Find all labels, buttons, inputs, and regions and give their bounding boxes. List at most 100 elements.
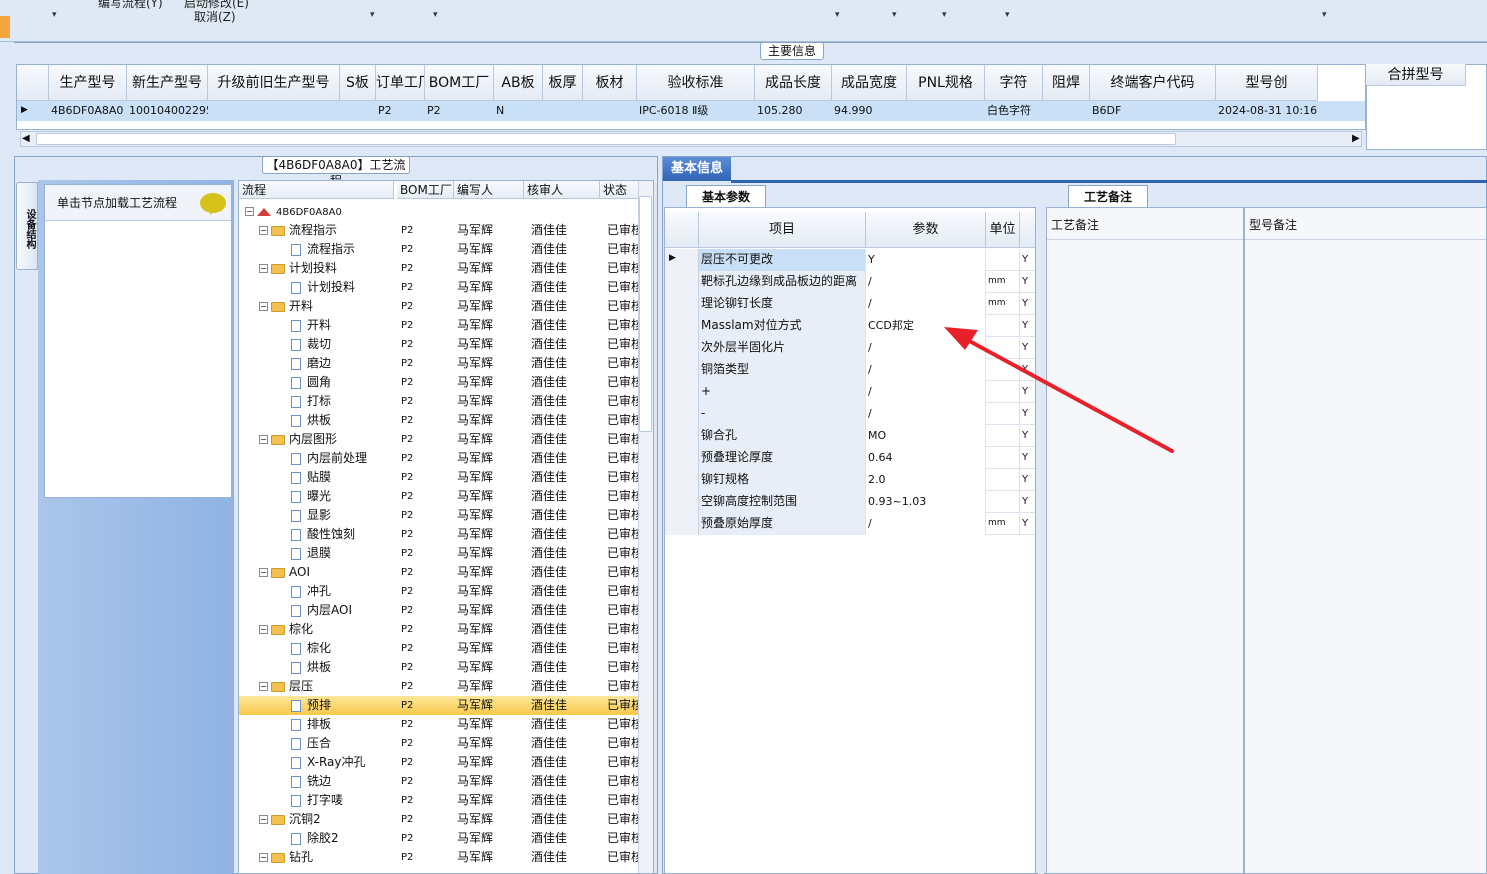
tree-row[interactable]: 磨边 P2 马军辉 酒佳佳 已审核 — [239, 354, 639, 373]
tab-process-notes[interactable]: 工艺备注 — [1068, 185, 1148, 207]
tree-row[interactable]: 烘板 P2 马军辉 酒佳佳 已审核 — [239, 658, 639, 677]
tree-column-header[interactable]: BOM工厂 — [397, 181, 454, 199]
splitter[interactable] — [1038, 183, 1044, 874]
tree-row[interactable]: 压合 P2 马军辉 酒佳佳 已审核 — [239, 734, 639, 753]
param-row[interactable]: 铜箔类型 / Y — [665, 359, 1035, 381]
column-header[interactable]: PNL规格 — [907, 65, 985, 101]
tree-row[interactable]: − 沉铜2 P2 马军辉 酒佳佳 已审核 — [239, 810, 639, 829]
tree-row[interactable]: 打标 P2 马军辉 酒佳佳 已审核 — [239, 392, 639, 411]
collapse-icon[interactable]: − — [259, 625, 268, 634]
chevron-down-icon[interactable]: ▾ — [52, 10, 57, 20]
tab-basic-params[interactable]: 基本参数 — [686, 185, 766, 207]
param-value[interactable]: 2.0 — [866, 469, 986, 491]
param-row[interactable]: 铆钉规格 2.0 Y — [665, 469, 1035, 491]
tree-root[interactable]: − 4B6DF0A8A0 — [239, 202, 639, 221]
column-header[interactable]: 生产型号 — [49, 65, 127, 101]
chevron-down-icon[interactable]: ▾ — [892, 10, 897, 20]
tree-row[interactable]: − 内层图形 P2 马军辉 酒佳佳 已审核 — [239, 430, 639, 449]
tree-row[interactable]: 棕化 P2 马军辉 酒佳佳 已审核 — [239, 639, 639, 658]
param-row[interactable]: 次外层半固化片 / Y — [665, 337, 1035, 359]
tree-row[interactable]: 烘板 P2 马军辉 酒佳佳 已审核 — [239, 411, 639, 430]
collapse-icon[interactable]: − — [259, 302, 268, 311]
param-row[interactable]: Masslam对位方式 CCD邦定 Y — [665, 315, 1035, 337]
tree-row[interactable]: 流程指示 P2 马军辉 酒佳佳 已审核 — [239, 240, 639, 259]
column-header[interactable]: 成品长度 — [755, 65, 832, 101]
chevron-down-icon[interactable]: ▾ — [433, 10, 438, 20]
tree-row[interactable]: 打字唛 P2 马军辉 酒佳佳 已审核 — [239, 791, 639, 810]
tree-row[interactable]: − 钻孔 P2 马军辉 酒佳佳 已审核 — [239, 848, 639, 867]
param-row[interactable]: + / Y — [665, 381, 1035, 403]
param-row[interactable]: ▶ 层压不可更改 Y Y — [665, 249, 1035, 271]
column-header[interactable]: 板厚 — [543, 65, 583, 101]
collapse-icon[interactable]: − — [259, 853, 268, 862]
chevron-down-icon[interactable]: ▾ — [1322, 10, 1327, 20]
chevron-down-icon[interactable]: ▾ — [370, 10, 375, 20]
column-header[interactable]: 订单工厂 — [376, 65, 425, 101]
column-header[interactable]: 字符 — [985, 65, 1043, 101]
side-tab-device-structure[interactable]: 设备结构 — [16, 182, 38, 270]
tree-row[interactable]: − 流程指示 P2 马军辉 酒佳佳 已审核 — [239, 221, 639, 240]
chevron-down-icon[interactable]: ▾ — [1005, 10, 1010, 20]
column-header[interactable]: 板材 — [583, 65, 637, 101]
tree-column-header[interactable]: 状态 — [600, 181, 640, 199]
param-value[interactable]: / — [866, 271, 986, 293]
tree-row[interactable]: 酸性蚀刻 P2 马军辉 酒佳佳 已审核 — [239, 525, 639, 544]
tree-row[interactable]: 冲孔 P2 马军辉 酒佳佳 已审核 — [239, 582, 639, 601]
param-column-header[interactable]: 项目 — [699, 212, 866, 248]
tree-row[interactable]: − 开料 P2 马军辉 酒佳佳 已审核 — [239, 297, 639, 316]
tree-row[interactable]: 退膜 P2 马军辉 酒佳佳 已审核 — [239, 544, 639, 563]
param-row[interactable]: 靶标孔边缘到成品板边的距离 / mm Y — [665, 271, 1035, 293]
collapse-icon[interactable]: − — [259, 568, 268, 577]
tree-row[interactable]: 曝光 P2 马军辉 酒佳佳 已审核 — [239, 487, 639, 506]
param-value[interactable]: / — [866, 513, 986, 535]
tree-row[interactable]: − AOI P2 马军辉 酒佳佳 已审核 — [239, 563, 639, 582]
param-row[interactable]: 理论铆钉长度 / mm Y — [665, 293, 1035, 315]
tree-row[interactable]: X-Ray冲孔 P2 马军辉 酒佳佳 已审核 — [239, 753, 639, 772]
collapse-icon[interactable]: − — [245, 207, 254, 216]
collapse-icon[interactable]: − — [259, 815, 268, 824]
collapse-icon[interactable]: − — [259, 264, 268, 273]
column-header[interactable]: 新生产型号 — [127, 65, 208, 101]
column-header[interactable]: 终端客户代码 — [1090, 65, 1216, 101]
param-row[interactable]: - / Y — [665, 403, 1035, 425]
tab-basic-info[interactable]: 基本信息 — [663, 157, 731, 181]
column-header[interactable]: 成品宽度 — [832, 65, 907, 101]
param-value[interactable]: 0.64 — [866, 447, 986, 469]
tree-row[interactable]: 贴膜 P2 马军辉 酒佳佳 已审核 — [239, 468, 639, 487]
tree-row[interactable]: 圆角 P2 马军辉 酒佳佳 已审核 — [239, 373, 639, 392]
param-row[interactable]: 预叠理论厚度 0.64 Y — [665, 447, 1035, 469]
tree-row[interactable]: 开料 P2 马军辉 酒佳佳 已审核 — [239, 316, 639, 335]
param-value[interactable]: / — [866, 337, 986, 359]
chevron-down-icon[interactable]: ▾ — [942, 10, 947, 20]
column-header[interactable]: 验收标准 — [637, 65, 755, 101]
tree-row[interactable]: 裁切 P2 马军辉 酒佳佳 已审核 — [239, 335, 639, 354]
menu-cancel[interactable]: 取消(Z) — [194, 8, 236, 25]
tree-row[interactable]: − 计划投料 P2 马军辉 酒佳佳 已审核 — [239, 259, 639, 278]
tree-column-header[interactable]: 编写人 — [454, 181, 524, 199]
chevron-down-icon[interactable]: ▾ — [835, 10, 840, 20]
scrollbar-thumb[interactable] — [36, 133, 1176, 145]
param-column-header[interactable]: 参数 — [866, 212, 986, 248]
param-value[interactable]: / — [866, 403, 986, 425]
param-value[interactable]: 0.93~1.03 — [866, 491, 986, 513]
column-header[interactable]: S板 — [340, 65, 376, 101]
param-row[interactable]: 预叠原始厚度 / mm Y — [665, 513, 1035, 535]
column-header[interactable]: 型号创 — [1216, 65, 1318, 101]
scroll-left-icon[interactable]: ◀ — [22, 133, 30, 144]
collapse-icon[interactable]: − — [259, 435, 268, 444]
param-value[interactable]: / — [866, 381, 986, 403]
param-value[interactable]: / — [866, 293, 986, 315]
param-row[interactable]: 铆合孔 MO Y — [665, 425, 1035, 447]
param-value[interactable]: MO — [866, 425, 986, 447]
tree-row[interactable]: − 层压 P2 马军辉 酒佳佳 已审核 — [239, 677, 639, 696]
tree-row[interactable]: 铣边 P2 马军辉 酒佳佳 已审核 — [239, 772, 639, 791]
tree-row[interactable]: 计划投料 P2 马军辉 酒佳佳 已审核 — [239, 278, 639, 297]
collapse-icon[interactable]: − — [259, 226, 268, 235]
param-value[interactable]: Y — [866, 249, 986, 271]
param-value[interactable]: CCD邦定 — [866, 315, 986, 337]
column-header[interactable]: 升级前旧生产型号 — [208, 65, 340, 101]
menu-edit-flow[interactable]: 编写流程(Y) — [98, 0, 163, 11]
column-header[interactable]: BOM工厂 — [425, 65, 494, 101]
column-header[interactable]: AB板 — [494, 65, 543, 101]
param-column-header[interactable]: 单位 — [986, 212, 1020, 248]
